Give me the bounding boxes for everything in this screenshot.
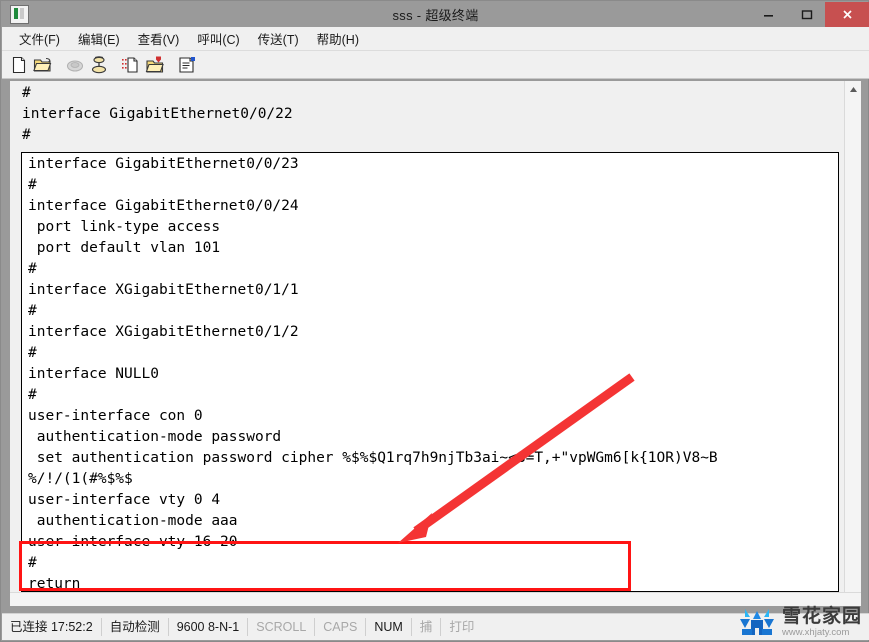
window-title: sss - 超级终端	[392, 8, 479, 23]
menu-bar: 文件(F) 编辑(E) 查看(V) 呼叫(C) 传送(T) 帮助(H)	[2, 27, 869, 51]
properties-icon[interactable]	[176, 54, 198, 76]
status-capture: 捕	[412, 618, 442, 636]
menu-help[interactable]: 帮助(H)	[308, 27, 368, 50]
hyperterminal-window: sss - 超级终端 文件(F) 编辑(E) 查看(V) 呼叫(C) 传送(T)…	[0, 0, 869, 642]
menu-view[interactable]: 查看(V)	[129, 27, 189, 50]
terminal-content-area[interactable]: # interface GigabitEthernet0/0/22 # inte…	[9, 80, 862, 607]
vertical-scrollbar-thumb[interactable]	[846, 99, 860, 159]
disconnect-phone-icon	[64, 54, 86, 76]
status-print: 打印	[449, 620, 475, 634]
status-autodetect: 自动检测	[102, 618, 169, 636]
menu-call[interactable]: 呼叫(C)	[188, 27, 248, 50]
receive-file-icon[interactable]	[144, 54, 166, 76]
maximize-button[interactable]	[787, 2, 825, 27]
vertical-scrollbar[interactable]	[844, 81, 861, 606]
send-file-icon[interactable]	[120, 54, 142, 76]
tool-bar	[2, 51, 869, 79]
title-bar: sss - 超级终端	[2, 2, 869, 27]
menu-edit[interactable]: 编辑(E)	[69, 27, 129, 50]
console-output-panel[interactable]: interface GigabitEthernet0/0/23 # interf…	[21, 152, 839, 592]
status-caps: CAPS	[315, 618, 367, 636]
close-button[interactable]	[825, 2, 869, 27]
horizontal-scrollbar[interactable]	[10, 592, 861, 606]
connect-phone-icon[interactable]	[88, 54, 110, 76]
status-scroll: SCROLL	[248, 618, 316, 636]
scroll-up-arrow-icon[interactable]	[845, 81, 861, 98]
status-baud: 9600 8-N-1	[169, 618, 249, 636]
terminal-icon	[10, 5, 29, 24]
console-output-text: interface GigabitEthernet0/0/23 # interf…	[28, 156, 718, 592]
menu-transfer[interactable]: 传送(T)	[249, 27, 308, 50]
new-connection-icon[interactable]	[8, 54, 30, 76]
menu-file[interactable]: 文件(F)	[10, 27, 69, 50]
status-connected: 已连接 17:52:2	[2, 618, 102, 636]
status-num: NUM	[366, 618, 412, 636]
terminal-scrollback-lines: # interface GigabitEthernet0/0/22 #	[22, 85, 293, 143]
minimize-button[interactable]	[749, 2, 787, 27]
status-bar: 已连接 17:52:2 自动检测 9600 8-N-1 SCROLL CAPS …	[2, 613, 869, 640]
open-folder-icon[interactable]	[32, 54, 54, 76]
